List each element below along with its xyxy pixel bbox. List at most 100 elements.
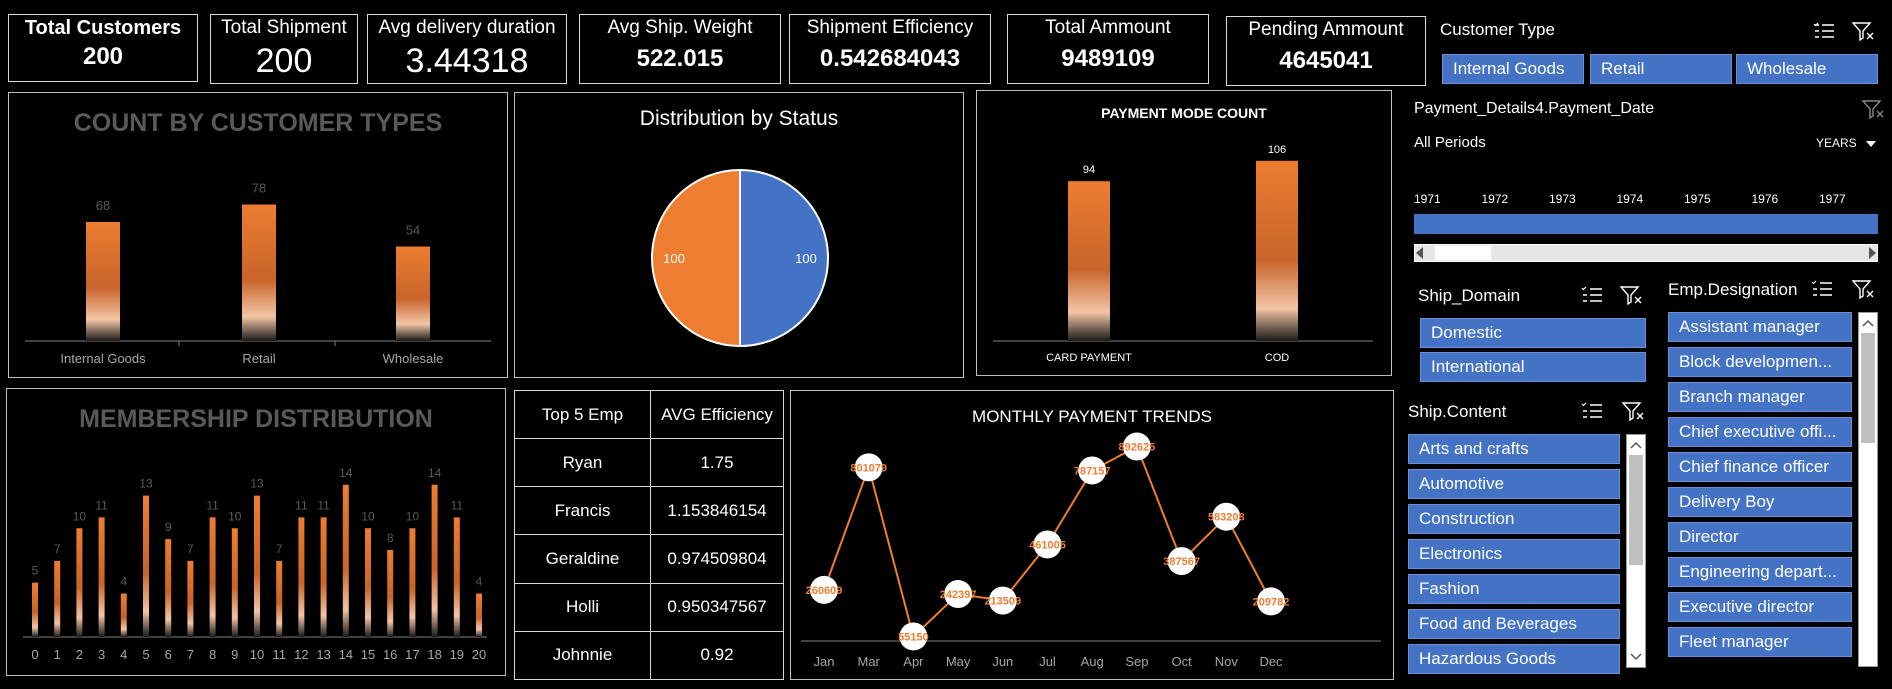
customer-type-bars: 68 Internal Goods 78 Retail 54 Wholesale: [25, 181, 491, 366]
slicer-item-internal-goods[interactable]: Internal Goods: [1442, 54, 1584, 84]
table-header: AVG Efficiency: [650, 389, 784, 440]
slicer-item[interactable]: Engineering depart...: [1668, 557, 1852, 587]
distribution-by-status-chart: Distribution by Status 100 100: [514, 92, 964, 378]
timeline-year[interactable]: 1971: [1414, 192, 1441, 206]
category-label: Aug: [1081, 654, 1104, 669]
slicer-title: Ship_Domain: [1418, 286, 1521, 305]
clear-filter-icon[interactable]: [1850, 20, 1876, 42]
data-label: 583208: [1208, 512, 1245, 524]
data-label: 55150: [898, 631, 929, 643]
kpi-total-shipment: Total Shipment 200: [210, 14, 358, 84]
payment-trend-line: 260609 801079 55150 242397 213509 461005 78715…: [801, 432, 1381, 669]
bar: [86, 222, 120, 341]
category-label: Jan: [814, 654, 835, 669]
scroll-left-icon[interactable]: [1416, 247, 1423, 259]
timeline-scrollbar[interactable]: [1414, 244, 1878, 262]
slicer-item[interactable]: Automotive: [1408, 469, 1620, 499]
scroll-thumb[interactable]: [1861, 333, 1875, 443]
scroll-up-icon[interactable]: [1627, 439, 1645, 451]
bar: [453, 517, 460, 637]
data-label: 10: [361, 509, 375, 523]
category-label: 14: [339, 647, 353, 662]
category-label: Oct: [1171, 654, 1192, 669]
slicer-item[interactable]: Director: [1668, 522, 1852, 552]
multi-select-icon[interactable]: [1810, 278, 1836, 300]
category-label: Jul: [1039, 654, 1056, 669]
clear-filter-icon[interactable]: [1850, 278, 1876, 300]
slicer-item[interactable]: Fashion: [1408, 574, 1620, 604]
emp-name: Ryan: [514, 438, 651, 488]
category-label: 20: [472, 647, 486, 662]
table-row: Johnnie 0.92: [514, 630, 784, 681]
multi-select-icon[interactable]: [1812, 20, 1838, 42]
timeline-year[interactable]: 1975: [1684, 192, 1711, 206]
data-label: 94: [1083, 164, 1095, 176]
kpi-value: 9489109: [1061, 45, 1155, 72]
clear-filter-icon[interactable]: [1618, 284, 1644, 306]
slice-label: 100: [663, 251, 685, 266]
slicer-item[interactable]: Arts and crafts: [1408, 434, 1620, 464]
slicer-item[interactable]: Branch manager: [1668, 382, 1852, 412]
slicer-item[interactable]: Executive director: [1668, 592, 1852, 622]
slicer-item-wholesale[interactable]: Wholesale: [1736, 54, 1878, 84]
data-label: 209782: [1253, 596, 1290, 608]
data-label: 11: [95, 498, 108, 512]
category-label: 19: [450, 647, 464, 662]
category-label: Sep: [1125, 654, 1148, 669]
slicer-item[interactable]: Chief executive offi...: [1668, 417, 1852, 447]
emp-name: Geraldine: [514, 534, 651, 584]
kpi-label: Total Shipment: [221, 17, 347, 38]
clear-filter-icon[interactable]: [1620, 400, 1646, 422]
scroll-down-icon[interactable]: [1627, 651, 1645, 663]
ship-domain-slicer: Ship_Domain Domestic International: [1410, 278, 1650, 388]
slicer-item[interactable]: Fleet manager: [1668, 627, 1852, 657]
emp-designation-scrollbar[interactable]: [1858, 312, 1878, 667]
scroll-up-icon[interactable]: [1859, 317, 1877, 329]
slicer-title: Customer Type: [1440, 20, 1555, 39]
timeline-scroll-thumb[interactable]: [1435, 246, 1491, 260]
multi-select-icon[interactable]: [1580, 400, 1606, 422]
bar: [431, 484, 438, 637]
category-label: 18: [427, 647, 441, 662]
category-label: 11: [272, 647, 286, 662]
category-label: 15: [361, 647, 375, 662]
multi-select-icon[interactable]: [1580, 284, 1606, 306]
bar: [54, 560, 61, 637]
category-label: Jun: [992, 654, 1013, 669]
timeline-year[interactable]: 1974: [1617, 192, 1644, 206]
slicer-item-domestic[interactable]: Domestic: [1420, 318, 1646, 348]
slicer-item-retail[interactable]: Retail: [1590, 54, 1732, 84]
scroll-right-icon[interactable]: [1869, 247, 1876, 259]
slicer-item-international[interactable]: International: [1420, 352, 1646, 382]
slicer-item[interactable]: Hazardous Goods: [1408, 644, 1620, 674]
timeline-bar[interactable]: [1414, 214, 1878, 234]
slicer-item[interactable]: Construction: [1408, 504, 1620, 534]
clear-filter-icon[interactable]: [1860, 98, 1886, 120]
slicer-item[interactable]: Electronics: [1408, 539, 1620, 569]
slicer-item[interactable]: Food and Beverages: [1408, 609, 1620, 639]
chevron-down-icon[interactable]: [1866, 141, 1876, 149]
scroll-thumb[interactable]: [1629, 455, 1643, 565]
timeline-year[interactable]: 1972: [1482, 192, 1509, 206]
slicer-item[interactable]: Assistant manager: [1668, 312, 1852, 342]
bar: [276, 560, 283, 637]
kpi-value: 0.542684043: [819, 45, 961, 72]
data-label: 787157: [1074, 465, 1111, 477]
slicer-title: Emp.Designation: [1668, 280, 1798, 299]
timeline-level-dropdown[interactable]: YEARS: [1816, 136, 1857, 150]
payment-date-timeline: Payment_Details4.Payment_Date All Period…: [1408, 94, 1884, 270]
kpi-value: 522.015: [636, 45, 724, 72]
timeline-field: Payment_Details4.Payment_Date: [1414, 100, 1655, 117]
bar: [165, 539, 172, 637]
kpi-value: 200: [255, 42, 313, 80]
timeline-year[interactable]: 1977: [1819, 192, 1846, 206]
slicer-item[interactable]: Chief finance officer: [1668, 452, 1852, 482]
timeline-year[interactable]: 1973: [1549, 192, 1576, 206]
kpi-total-customers: Total Customers 200: [8, 14, 198, 82]
slicer-title: Ship.Content: [1408, 402, 1507, 421]
slicer-item[interactable]: Delivery Boy: [1668, 487, 1852, 517]
ship-content-scrollbar[interactable]: [1626, 434, 1646, 668]
timeline-year[interactable]: 1976: [1752, 192, 1779, 206]
data-label: 11: [295, 498, 308, 512]
slicer-item[interactable]: Block developmen...: [1668, 347, 1852, 377]
